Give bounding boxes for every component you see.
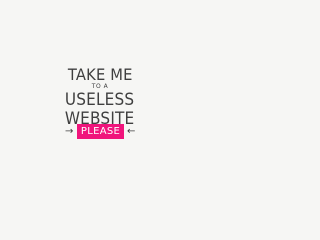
page: TAKE ME TO A USELESS WEBSITE → PLEASE ← — [0, 0, 200, 200]
please-button[interactable]: PLEASE — [77, 124, 124, 139]
cta-row: → PLEASE ← — [0, 124, 200, 140]
arrow-right-icon: → — [65, 126, 74, 137]
logo-line-take-me: TAKE ME — [67, 65, 133, 84]
arrow-left-icon: ← — [127, 126, 136, 137]
logo-line-useless: USELESS — [65, 90, 135, 110]
